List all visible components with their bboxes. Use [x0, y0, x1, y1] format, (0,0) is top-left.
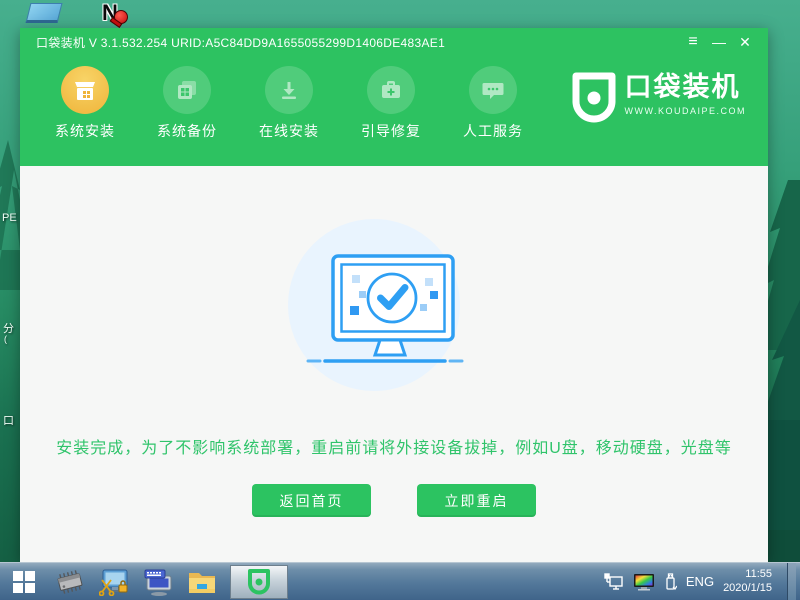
- nav-label: 人工服务: [463, 121, 523, 141]
- nav-label: 引导修复: [361, 121, 421, 141]
- return-home-button[interactable]: 返回首页: [252, 484, 371, 517]
- completion-message: 安装完成，为了不影响系统部署，重启前请将外接设备拔掉，例如U盘，移动硬盘，光盘等: [56, 434, 732, 458]
- nav-item-system-backup[interactable]: 系统备份: [136, 66, 238, 166]
- title-bar: 口袋装机 V 3.1.532.254 URID:A5C84DD9A1655055…: [20, 28, 768, 56]
- folder-icon: [187, 569, 217, 595]
- partial-desktop-label-kou: 口: [3, 412, 14, 428]
- action-buttons: 返回首页 立即重启: [252, 484, 536, 517]
- desktop-icon-password-tool[interactable]: N: [102, 2, 118, 25]
- system-tray: ENG 11:55 2020/1/15: [604, 563, 800, 600]
- green-shield-icon: [247, 569, 271, 595]
- language-indicator[interactable]: ENG: [686, 574, 714, 589]
- nav-item-human-service[interactable]: 人工服务: [442, 66, 544, 166]
- clock[interactable]: 11:55 2020/1/15: [723, 568, 778, 596]
- shield-logo-icon: [571, 72, 617, 124]
- taskbar-item-display-lock-tool[interactable]: [92, 565, 136, 599]
- clock-time: 11:55: [723, 568, 772, 582]
- desktop: N PE 分 ( 口 口袋装机 V 3.1.532.254 URID:A5C84…: [0, 0, 800, 600]
- brand-logo: 口袋装机 WWW.KOUDAIPE.COM: [571, 72, 747, 124]
- monitor-check-icon: [264, 216, 524, 396]
- cpu-chip-icon: [56, 570, 84, 594]
- minimize-icon[interactable]: —: [706, 31, 732, 53]
- display-icon: [26, 3, 63, 23]
- menu-icon[interactable]: ≡: [680, 31, 706, 53]
- close-icon[interactable]: ✕: [732, 31, 758, 53]
- display-settings-tray-icon[interactable]: [633, 573, 655, 591]
- nav-item-boot-repair[interactable]: 引导修复: [340, 66, 442, 166]
- taskbar-item-onscreen-keyboard[interactable]: [136, 565, 180, 599]
- taskbar-item-file-explorer[interactable]: [180, 565, 224, 599]
- show-desktop-button[interactable]: [787, 563, 796, 600]
- app-window: 口袋装机 V 3.1.532.254 URID:A5C84DD9A1655055…: [20, 28, 768, 562]
- nav-label: 系统备份: [157, 121, 217, 141]
- window-title: 口袋装机 V 3.1.532.254 URID:A5C84DD9A1655055…: [36, 34, 680, 51]
- partial-desktop-label-paren: (: [4, 334, 7, 344]
- download-icon: [265, 66, 313, 114]
- backup-copies-icon: [163, 66, 211, 114]
- main-content: 安装完成，为了不影响系统部署，重启前请将外接设备拔掉，例如U盘，移动硬盘，光盘等…: [20, 166, 768, 562]
- brand-site-url: WWW.KOUDAIPE.COM: [625, 106, 747, 116]
- taskbar: ENG 11:55 2020/1/15: [0, 562, 800, 600]
- nav-item-online-install[interactable]: 在线安装: [238, 66, 340, 166]
- nav-item-system-install[interactable]: 系统安装: [34, 66, 136, 166]
- reboot-now-button[interactable]: 立即重启: [417, 484, 536, 517]
- brand-name: 口袋装机: [625, 72, 747, 102]
- nav-label: 在线安装: [259, 121, 319, 141]
- keyboard-monitor-icon: [143, 568, 173, 596]
- install-box-icon: [61, 66, 109, 114]
- network-tray-icon[interactable]: [604, 573, 624, 591]
- desktop-icon-display[interactable]: [28, 3, 60, 23]
- windows-logo-icon: [13, 571, 35, 593]
- start-button[interactable]: [0, 565, 48, 599]
- nav-label: 系统安装: [55, 121, 115, 141]
- taskbar-item-koudai-app-active[interactable]: [230, 565, 288, 599]
- chat-bubble-icon: [469, 66, 517, 114]
- success-illustration: [264, 216, 524, 396]
- clock-date: 2020/1/15: [723, 582, 772, 596]
- toolbox-repair-icon: [367, 66, 415, 114]
- monitor-scissors-icon: [99, 568, 129, 596]
- partial-desktop-label-pe: PE: [2, 212, 17, 224]
- taskbar-item-cpu-tool[interactable]: [48, 565, 92, 599]
- nav-bar: 系统安装 系统备份 在线安装: [20, 56, 768, 166]
- usb-device-tray-icon[interactable]: [664, 572, 677, 591]
